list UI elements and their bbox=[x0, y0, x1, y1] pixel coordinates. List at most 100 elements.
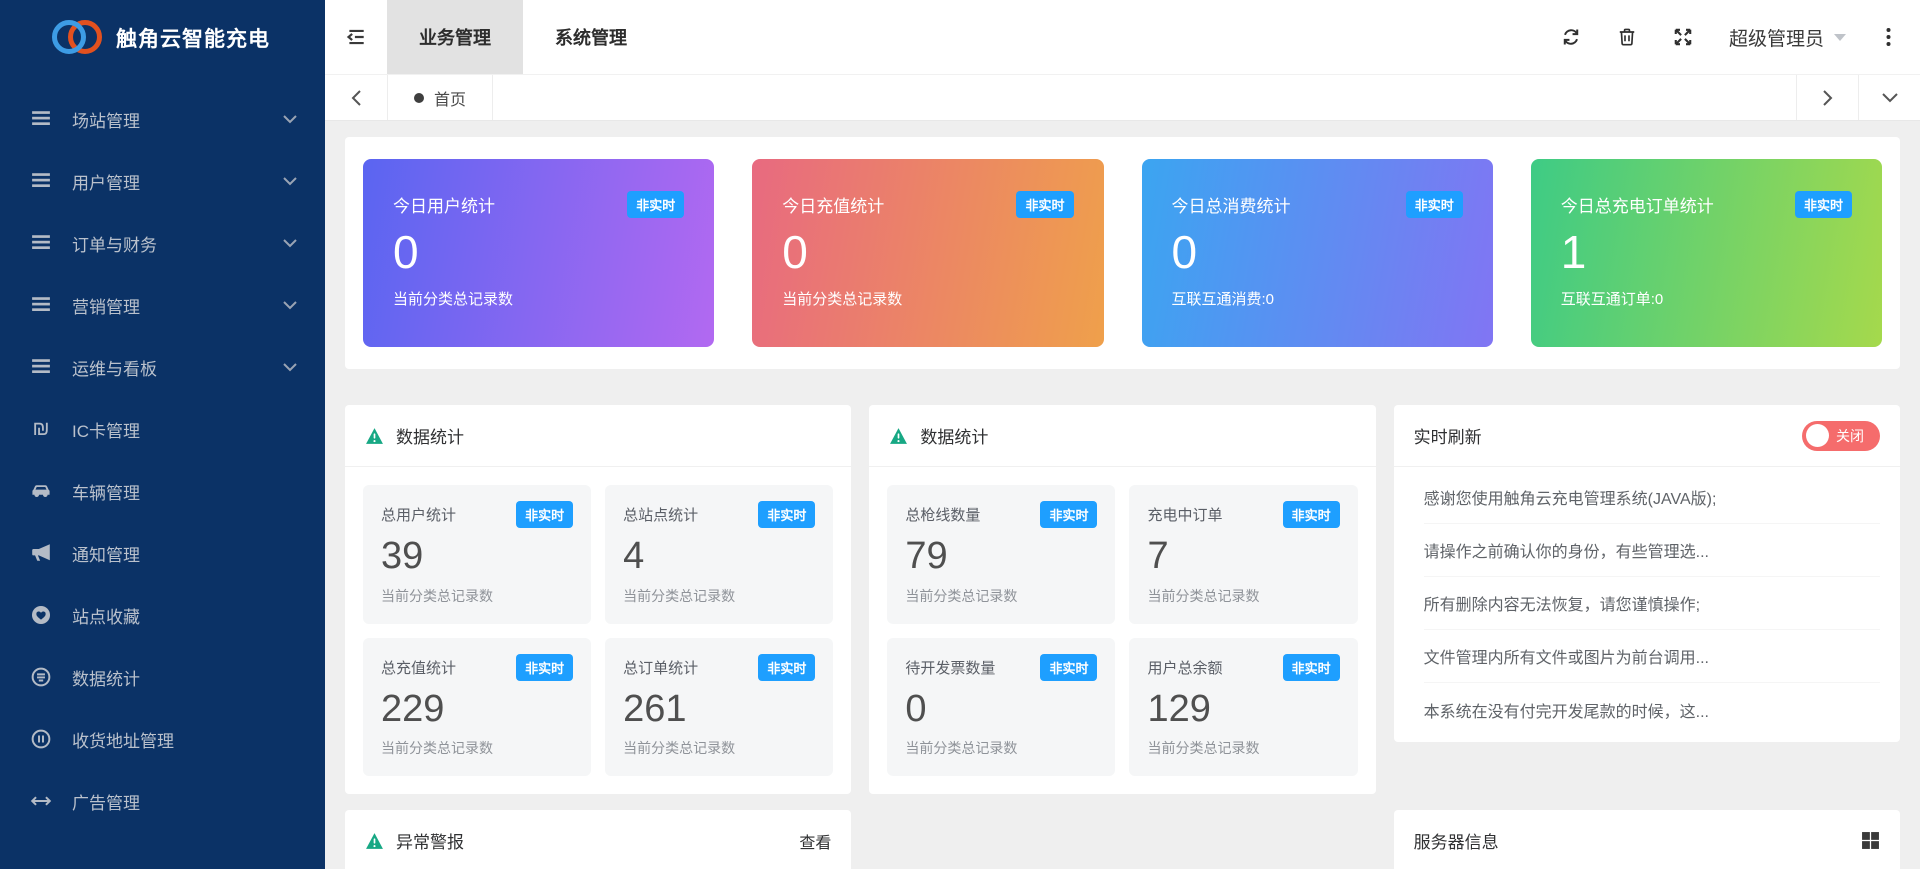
more-actions-button[interactable] bbox=[1864, 0, 1912, 74]
sidebar-item-data-statistics[interactable]: 数据统计 bbox=[0, 646, 325, 708]
hero-card-value: 0 bbox=[393, 224, 684, 282]
hero-card-title: 今日总消费统计 bbox=[1172, 192, 1291, 217]
user-dropdown[interactable]: 超级管理员 bbox=[1711, 0, 1864, 74]
app-root: 触角云智能充电 场站管理 用户管理 bbox=[0, 0, 1920, 869]
non-realtime-badge: 非实时 bbox=[1040, 654, 1097, 681]
sidebar: 触角云智能充电 场站管理 用户管理 bbox=[0, 0, 325, 869]
top-tab-label: 系统管理 bbox=[555, 24, 627, 50]
panel-title: 数据统计 bbox=[396, 423, 831, 448]
stat-value: 7 bbox=[1147, 534, 1339, 580]
sidebar-item-label: 数据统计 bbox=[72, 665, 297, 690]
stat-value: 261 bbox=[623, 687, 815, 733]
stat-label: 充电中订单 bbox=[1147, 504, 1222, 525]
refresh-button[interactable] bbox=[1543, 0, 1599, 74]
stat-label: 总枪线数量 bbox=[905, 504, 980, 525]
hero-card-title: 今日充值统计 bbox=[782, 192, 884, 217]
car-icon bbox=[30, 480, 52, 502]
sidebar-item-orders-finance[interactable]: 订单与财务 bbox=[0, 212, 325, 274]
hero-card-value: 1 bbox=[1561, 224, 1852, 282]
sidebar-item-ops-dashboard[interactable]: 运维与看板 bbox=[0, 336, 325, 398]
main-area: 业务管理 系统管理 超级管理员 bbox=[325, 0, 1920, 869]
stat-label: 待开发票数量 bbox=[905, 657, 995, 678]
top-tab-business-mgmt[interactable]: 业务管理 bbox=[387, 0, 523, 74]
toggle-knob bbox=[1806, 424, 1829, 447]
active-tab-dot bbox=[414, 93, 424, 103]
sidebar-item-user-mgmt[interactable]: 用户管理 bbox=[0, 150, 325, 212]
sidebar-item-label: 车辆管理 bbox=[72, 479, 297, 504]
sidebar-item-label: 站点收藏 bbox=[72, 603, 297, 628]
non-realtime-badge: 非实时 bbox=[1040, 501, 1097, 528]
top-tab-system-mgmt[interactable]: 系统管理 bbox=[523, 0, 659, 74]
stat-box-charging-orders: 充电中订单 非实时 7 当前分类总记录数 bbox=[1129, 485, 1357, 624]
chevron-down-icon bbox=[283, 300, 297, 310]
stat-box-total-users: 总用户统计 非实时 39 当前分类总记录数 bbox=[363, 485, 591, 624]
sidebar-item-vehicle-mgmt[interactable]: 车辆管理 bbox=[0, 460, 325, 522]
chevron-down-icon bbox=[283, 114, 297, 124]
chevron-right-icon bbox=[1822, 89, 1833, 107]
hero-card-today-recharge: 今日充值统计 非实时 0 当前分类总记录数 bbox=[752, 159, 1103, 347]
tabs-menu-button[interactable] bbox=[1858, 75, 1920, 120]
database-circle-icon bbox=[30, 666, 52, 688]
stat-subtitle: 当前分类总记录数 bbox=[623, 586, 815, 606]
non-realtime-badge: 非实时 bbox=[758, 501, 815, 528]
sidebar-item-ic-card-mgmt[interactable]: ₪ IC卡管理 bbox=[0, 398, 325, 460]
stat-subtitle: 当前分类总记录数 bbox=[623, 738, 815, 758]
page-tab-home[interactable]: 首页 bbox=[387, 75, 493, 120]
stat-subtitle: 当前分类总记录数 bbox=[1147, 586, 1339, 606]
sidebar-item-shipping-address-mgmt[interactable]: 收货地址管理 bbox=[0, 708, 325, 770]
dashboard-content: 今日用户统计 非实时 0 当前分类总记录数 今日充值统计 非实时 0 当前分类总… bbox=[325, 121, 1920, 869]
realtime-refresh-panel: 实时刷新 关闭 感谢您使用触角云充电管理系统(JAVA版); 请操作之前确认你的… bbox=[1394, 405, 1900, 742]
chevron-left-icon bbox=[351, 89, 362, 107]
stat-grid: 总枪线数量 非实时 79 当前分类总记录数 充电中订单 非实时 7 bbox=[869, 467, 1375, 794]
kebab-menu-icon bbox=[1886, 27, 1891, 47]
non-realtime-badge: 非实时 bbox=[1016, 191, 1073, 218]
sidebar-menu: 场站管理 用户管理 订单与财务 bbox=[0, 74, 325, 832]
stat-subtitle: 当前分类总记录数 bbox=[905, 586, 1097, 606]
hero-card-title: 今日总充电订单统计 bbox=[1561, 192, 1714, 217]
windows-logo-icon bbox=[1861, 831, 1880, 850]
stat-value: 79 bbox=[905, 534, 1097, 580]
hero-card-subtitle: 当前分类总记录数 bbox=[393, 288, 684, 309]
sidebar-item-label: 收货地址管理 bbox=[72, 727, 297, 752]
clear-cache-button[interactable] bbox=[1599, 0, 1655, 74]
list-icon bbox=[30, 356, 52, 378]
message-item: 文件管理内所有文件或图片为前台调用... bbox=[1424, 630, 1880, 683]
panel-header: 异常警报 查看 bbox=[345, 810, 851, 869]
message-item: 感谢您使用触角云充电管理系统(JAVA版); bbox=[1424, 471, 1880, 524]
stat-label: 总充值统计 bbox=[381, 657, 456, 678]
view-alerts-link[interactable]: 查看 bbox=[799, 829, 831, 853]
warning-triangle-icon bbox=[889, 427, 908, 445]
sidebar-item-site-favorites[interactable]: 站点收藏 bbox=[0, 584, 325, 646]
realtime-refresh-toggle[interactable]: 关闭 bbox=[1802, 421, 1880, 451]
fullscreen-icon bbox=[1673, 27, 1693, 47]
hero-card-value: 0 bbox=[782, 224, 1073, 282]
panel-header: 服务器信息 bbox=[1394, 810, 1900, 869]
sidebar-item-label: 运维与看板 bbox=[72, 355, 283, 380]
sidebar-item-ad-mgmt[interactable]: 广告管理 bbox=[0, 770, 325, 832]
panel-header: 数据统计 bbox=[345, 405, 851, 467]
tabs-scroll-right-button[interactable] bbox=[1796, 75, 1858, 120]
page-tabs-bar: 首页 bbox=[325, 75, 1920, 121]
hero-card-subtitle: 互联互通订单:0 bbox=[1561, 288, 1852, 309]
sidebar-item-marketing-mgmt[interactable]: 营销管理 bbox=[0, 274, 325, 336]
list-icon bbox=[30, 170, 52, 192]
sidebar-item-label: 通知管理 bbox=[72, 541, 297, 566]
chevron-down-icon bbox=[283, 176, 297, 186]
hero-card-subtitle: 互联互通消费:0 bbox=[1172, 288, 1463, 309]
panel-title: 数据统计 bbox=[920, 423, 1355, 448]
top-navbar: 业务管理 系统管理 超级管理员 bbox=[325, 0, 1920, 75]
hero-card-subtitle: 当前分类总记录数 bbox=[782, 288, 1073, 309]
logo-rings-icon bbox=[52, 20, 102, 56]
fullscreen-button[interactable] bbox=[1655, 0, 1711, 74]
non-realtime-badge: 非实时 bbox=[1283, 501, 1340, 528]
sidebar-item-station-mgmt[interactable]: 场站管理 bbox=[0, 88, 325, 150]
sidebar-item-notification-mgmt[interactable]: 通知管理 bbox=[0, 522, 325, 584]
panel-title: 服务器信息 bbox=[1414, 828, 1849, 853]
hero-card-today-users: 今日用户统计 非实时 0 当前分类总记录数 bbox=[363, 159, 714, 347]
stat-value: 0 bbox=[905, 687, 1097, 733]
app-logo: 触角云智能充电 bbox=[0, 0, 325, 74]
abnormal-alerts-panel: 异常警报 查看 bbox=[345, 810, 851, 869]
tabs-scroll-left-button[interactable] bbox=[325, 75, 387, 120]
fold-icon bbox=[345, 26, 367, 48]
sidebar-fold-button[interactable] bbox=[325, 0, 387, 74]
